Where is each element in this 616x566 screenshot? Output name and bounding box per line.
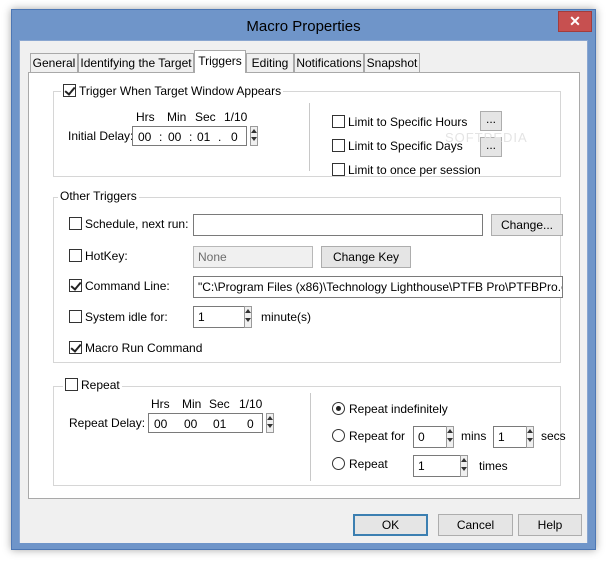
watermark-text: SOFTPEDIA xyxy=(445,130,528,145)
repeat-for-label: Repeat for xyxy=(349,429,406,443)
tab-notifications[interactable]: Notifications xyxy=(294,53,364,73)
change-schedule-button[interactable]: Change... xyxy=(491,214,563,236)
repeat-label: Repeat xyxy=(81,378,120,392)
repeat-checkbox[interactable] xyxy=(65,378,78,391)
change-key-button[interactable]: Change Key xyxy=(321,246,411,268)
repeat-col-hrs-label: Hrs xyxy=(151,397,170,411)
delay-sep-1: : xyxy=(159,130,163,144)
system-idle-label: System idle for: xyxy=(85,310,168,324)
command-line-checkbox[interactable] xyxy=(69,279,82,292)
system-idle-spinner[interactable] xyxy=(244,306,252,328)
repeat-indefinitely-radio[interactable] xyxy=(332,402,345,415)
limit-hours-button[interactable]: ... xyxy=(480,111,502,131)
repeat-min: 00 xyxy=(184,417,198,431)
repeat-for-radio[interactable] xyxy=(332,429,345,442)
col-hrs-label: Hrs xyxy=(136,110,155,124)
repeat-delay-input[interactable]: 00 00 01 0 xyxy=(148,413,263,433)
repeat-times-unit: times xyxy=(479,459,508,473)
repeat-times-label: Repeat xyxy=(349,457,388,471)
delay-tenth: 0 xyxy=(231,130,238,144)
repeat-sec: 01 xyxy=(213,417,227,431)
delay-sep-2: : xyxy=(189,130,193,144)
system-idle-unit: minute(s) xyxy=(261,310,312,324)
repeat-secs-field[interactable]: 1 xyxy=(493,426,527,448)
initial-delay-input[interactable]: 00 : 00 : 01 . 0 xyxy=(132,126,247,146)
repeat-mins-unit: mins xyxy=(461,429,487,443)
ok-button[interactable]: OK xyxy=(353,514,428,536)
tab-snapshot[interactable]: Snapshot xyxy=(364,53,420,73)
delay-hrs: 00 xyxy=(138,130,152,144)
repeat-hrs: 00 xyxy=(154,417,168,431)
macro-properties-window: Macro Properties ✕ General Identifying t… xyxy=(11,9,596,550)
hotkey-field[interactable]: None xyxy=(193,246,313,268)
hotkey-label: HotKey: xyxy=(85,249,128,263)
schedule-checkbox[interactable] xyxy=(69,217,82,230)
macro-run-command-checkbox[interactable] xyxy=(69,341,82,354)
close-button[interactable]: ✕ xyxy=(558,11,592,32)
target-group-separator xyxy=(309,103,310,171)
limit-once-checkbox[interactable] xyxy=(332,163,345,176)
other-triggers-legend: Other Triggers xyxy=(58,189,139,203)
repeat-col-sec-label: Sec xyxy=(209,397,230,411)
repeat-secs-spinner[interactable] xyxy=(526,426,534,448)
limit-hours-label: Limit to Specific Hours xyxy=(348,115,468,129)
repeat-tenth: 0 xyxy=(247,417,254,431)
tab-triggers[interactable]: Triggers xyxy=(194,50,246,73)
limit-days-checkbox[interactable] xyxy=(332,139,345,152)
repeat-indefinitely-label: Repeat indefinitely xyxy=(349,402,448,416)
repeat-times-spinner[interactable] xyxy=(460,455,468,477)
dialog-button-bar: OK Cancel Help xyxy=(20,508,587,543)
trigger-target-label: Trigger When Target Window Appears xyxy=(79,84,282,98)
col-min-label: Min xyxy=(167,110,187,124)
limit-once-label: Limit to once per session xyxy=(348,163,481,177)
dialog-client: General Identifying the Target Triggers … xyxy=(19,40,588,543)
tab-general[interactable]: General xyxy=(30,53,78,73)
target-trigger-legend: Trigger When Target Window Appears xyxy=(61,84,284,98)
delay-sec: 01 xyxy=(197,130,211,144)
repeat-times-radio[interactable] xyxy=(332,457,345,470)
repeat-col-min-label: Min xyxy=(182,397,202,411)
help-button[interactable]: Help xyxy=(518,514,582,536)
repeat-group-separator xyxy=(310,393,311,481)
macro-run-command-label: Macro Run Command xyxy=(85,341,203,355)
command-line-label: Command Line: xyxy=(85,279,170,293)
delay-sep-3: . xyxy=(218,130,222,144)
close-icon: ✕ xyxy=(569,13,581,29)
repeat-times-field[interactable]: 1 xyxy=(413,455,461,477)
col-tenth-label: 1/10 xyxy=(224,110,248,124)
trigger-target-checkbox[interactable] xyxy=(63,84,76,97)
cancel-button[interactable]: Cancel xyxy=(438,514,513,536)
tab-identifying-the-target[interactable]: Identifying the Target xyxy=(78,53,194,73)
repeat-delay-label: Repeat Delay: xyxy=(69,416,146,430)
window-title: Macro Properties xyxy=(246,18,361,35)
system-idle-field[interactable]: 1 xyxy=(193,306,245,328)
repeat-mins-spinner[interactable] xyxy=(446,426,454,448)
repeat-secs-unit: secs xyxy=(541,429,566,443)
repeat-mins-field[interactable]: 0 xyxy=(413,426,447,448)
limit-hours-checkbox[interactable] xyxy=(332,115,345,128)
col-sec-label: Sec xyxy=(195,110,216,124)
system-idle-checkbox[interactable] xyxy=(69,310,82,323)
title-bar[interactable]: Macro Properties ✕ xyxy=(12,10,595,40)
schedule-field[interactable] xyxy=(193,214,483,236)
hotkey-checkbox[interactable] xyxy=(69,249,82,262)
repeat-delay-spinner[interactable] xyxy=(266,413,274,433)
delay-min: 00 xyxy=(168,130,182,144)
repeat-col-tenth-label: 1/10 xyxy=(239,397,263,411)
triggers-panel: Trigger When Target Window Appears Hrs M… xyxy=(28,72,580,499)
initial-delay-label: Initial Delay: xyxy=(68,129,134,143)
command-line-field[interactable]: "C:\Program Files (x86)\Technology Light… xyxy=(193,276,563,298)
tab-editing[interactable]: Editing xyxy=(246,53,294,73)
repeat-legend: Repeat xyxy=(63,378,122,392)
schedule-label: Schedule, next run: xyxy=(85,217,189,231)
initial-delay-spinner[interactable] xyxy=(250,126,258,146)
